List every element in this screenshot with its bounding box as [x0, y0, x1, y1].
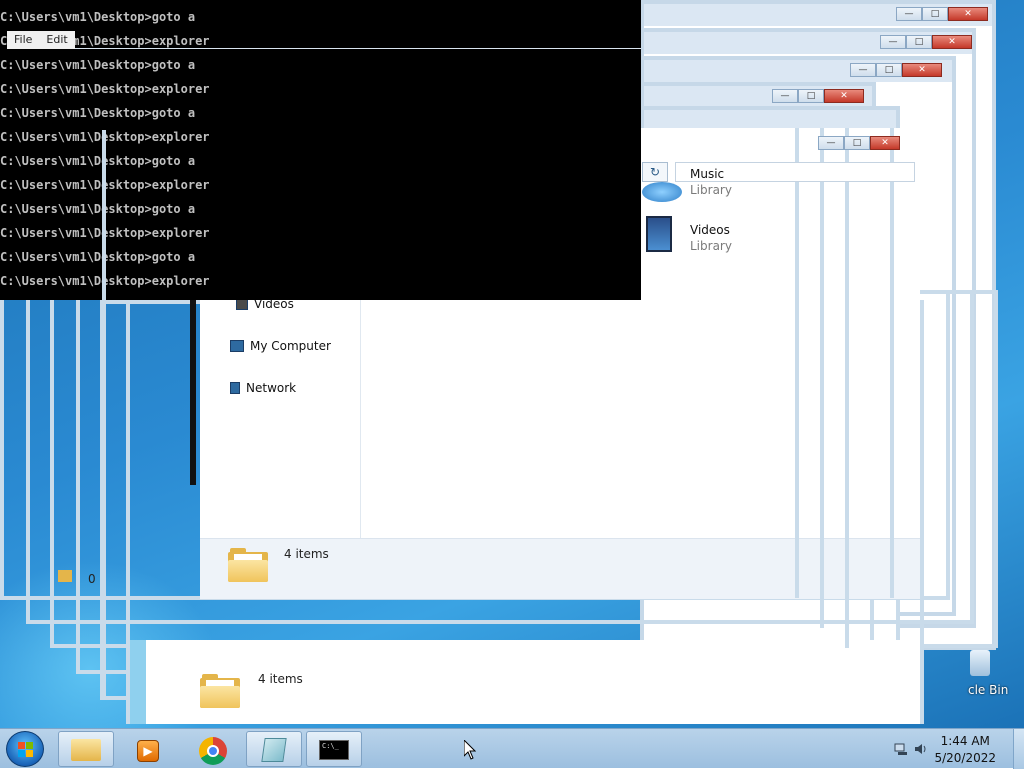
clock-time: 1:44 AM: [940, 734, 990, 748]
window-border: [890, 128, 894, 598]
desktop: — □ ✕ — □ ✕ — □ ✕ — □ ✕ 4 items — □ ✕ ↻ …: [0, 0, 1024, 728]
left-pane-strip: [130, 640, 146, 724]
show-desktop-button[interactable]: [1013, 729, 1024, 769]
close-button[interactable]: ✕: [932, 35, 972, 49]
clock-date: 5/20/2022: [934, 751, 996, 765]
window-controls: — □ ✕: [850, 63, 942, 77]
taskbar-cmd-button[interactable]: C:\_: [306, 731, 362, 767]
nav-item-label: My Computer: [250, 339, 331, 353]
menu-file[interactable]: File: [7, 31, 39, 49]
mouse-cursor-icon: [463, 738, 477, 760]
library-title: Music: [690, 167, 725, 181]
window-border: [845, 128, 849, 648]
explorer-window-lower-body: [130, 640, 920, 724]
recycle-bin-label[interactable]: cle Bin: [968, 683, 1008, 697]
menu-edit[interactable]: Edit: [39, 31, 74, 49]
window-border: [102, 130, 106, 300]
refresh-button[interactable]: ↻: [642, 162, 668, 182]
maximize-button[interactable]: □: [922, 7, 948, 21]
library-subtitle: Library: [690, 183, 732, 197]
taskbar-notepad-button[interactable]: [246, 731, 302, 767]
system-tray: 1:44 AM 5/20/2022: [884, 729, 1024, 769]
console-line: C:\Users\vm1\Desktop>goto a: [0, 154, 196, 168]
folder-icon-small: [58, 570, 72, 582]
window-controls: — □ ✕: [818, 136, 900, 150]
volume-icon[interactable]: [914, 742, 928, 756]
library-title: Videos: [690, 223, 730, 237]
maximize-button[interactable]: □: [906, 35, 932, 49]
recycle-bin-icon[interactable]: [970, 650, 990, 676]
minimize-button[interactable]: —: [896, 7, 922, 21]
minimize-button[interactable]: —: [772, 89, 798, 103]
nav-item-my-computer[interactable]: My Computer: [230, 339, 331, 353]
close-button[interactable]: ✕: [870, 136, 900, 150]
videos-library-icon: [646, 216, 672, 252]
folder-icon: [228, 548, 268, 582]
console-scroll-fragment: [190, 300, 196, 485]
start-button[interactable]: [6, 731, 44, 767]
folder-icon: [200, 674, 240, 708]
maximize-button[interactable]: □: [798, 89, 824, 103]
minimize-button[interactable]: —: [880, 35, 906, 49]
console-line: C:\Users\vm1\Desktop>goto a: [0, 106, 196, 120]
network-status-icon[interactable]: [894, 742, 908, 756]
console-line: C:\Users\vm1\Desktop>goto a: [0, 10, 196, 24]
nav-item-label: Network: [246, 381, 297, 395]
maximize-button[interactable]: □: [844, 136, 870, 150]
window-border: [795, 128, 799, 598]
library-subtitle: Library: [690, 239, 732, 253]
folder-icon: [71, 739, 101, 761]
console-line: C:\Users\vm1\Desktop>goto a: [0, 202, 196, 216]
menu-bar: File Edit: [7, 31, 75, 49]
close-button[interactable]: ✕: [824, 89, 864, 103]
music-library-icon: [642, 182, 682, 202]
console-line: C:\Users\vm1\Desktop>goto a: [0, 250, 196, 264]
computer-icon: [230, 340, 244, 352]
command-prompt-window[interactable]: C:\Users\vm1\Desktop>goto a C:\Users\vm1…: [0, 0, 641, 300]
clock[interactable]: 1:44 AM 5/20/2022: [934, 733, 996, 767]
close-button[interactable]: ✕: [902, 63, 942, 77]
maximize-button[interactable]: □: [876, 63, 902, 77]
close-button[interactable]: ✕: [948, 7, 988, 21]
notepad-icon: [261, 738, 287, 762]
console-line: C:\Users\vm1\Desktop>explorer: [0, 82, 210, 96]
network-icon: [230, 382, 240, 394]
taskbar: ▶ C:\_ 1:44 AM 5/20/2022: [0, 728, 1024, 769]
menu-underline: [74, 48, 641, 49]
taskbar-chrome-button[interactable]: [184, 731, 240, 767]
taskbar-media-player-button[interactable]: ▶: [120, 731, 176, 767]
media-player-icon: ▶: [137, 740, 159, 762]
window-controls: — □ ✕: [896, 7, 988, 21]
chrome-icon: [199, 737, 227, 765]
minimize-button[interactable]: —: [818, 136, 844, 150]
console-line: C:\Users\vm1\Desktop>goto a: [0, 58, 196, 72]
status-item-count: 4 items: [284, 547, 329, 561]
minimize-button[interactable]: —: [850, 63, 876, 77]
window-controls: — □ ✕: [880, 35, 972, 49]
taskbar-explorer-button[interactable]: [58, 731, 114, 767]
status-item-count-lower: 4 items: [258, 672, 303, 686]
window-controls: — □ ✕: [772, 89, 864, 103]
window-border: [820, 128, 824, 628]
cmd-icon: C:\_: [319, 740, 349, 760]
nav-item-network[interactable]: Network: [230, 381, 296, 395]
status-zero: 0: [88, 572, 96, 586]
windows-logo-icon: [18, 742, 34, 758]
